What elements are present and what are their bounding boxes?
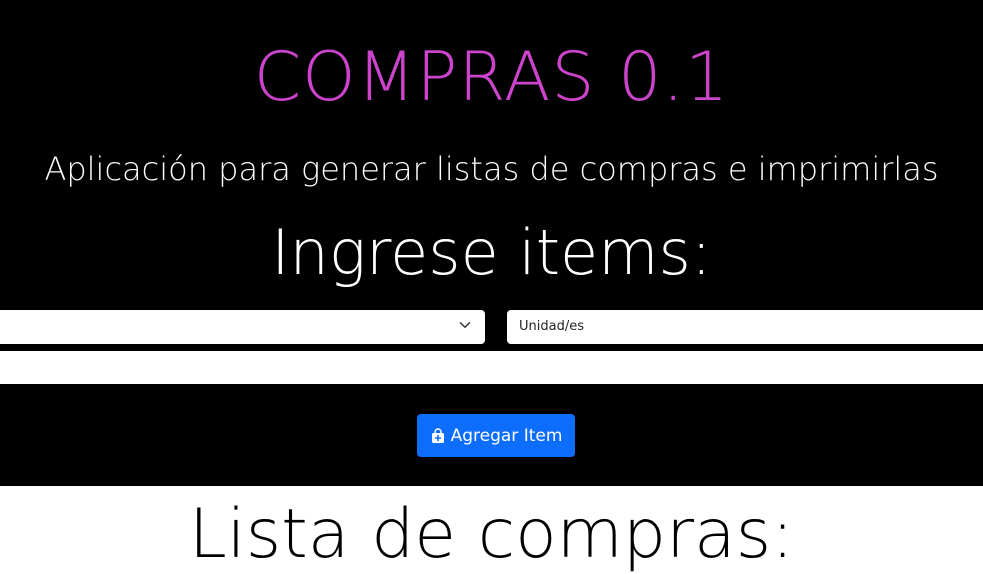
input-section: COMPRAS 0.1 Aplicación para generar list…: [0, 0, 983, 486]
chevron-down-icon[interactable]: [459, 319, 471, 331]
product-select[interactable]: [0, 310, 485, 344]
app-title: COMPRAS 0.1: [253, 38, 730, 117]
units-input[interactable]: Unidad/es: [507, 310, 983, 344]
bag-plus-icon: [431, 427, 444, 443]
add-item-button-label: Agregar Item: [450, 425, 563, 446]
list-heading: Lista de compras:: [188, 495, 795, 574]
notes-input[interactable]: [0, 351, 983, 384]
input-section-heading: Ingrese items:: [271, 216, 712, 289]
add-item-button[interactable]: Agregar Item: [417, 414, 575, 457]
app-subtitle: Aplicación para generar listas de compra…: [44, 150, 939, 188]
